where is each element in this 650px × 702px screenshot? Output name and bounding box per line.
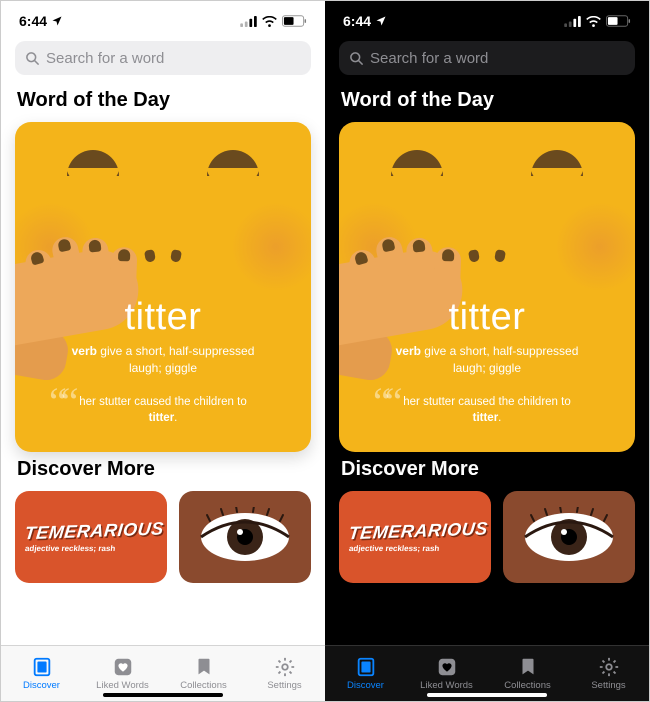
discover-word: TEMERARIOUS [24,519,159,545]
discover-card-temerarious[interactable]: TEMERARIOUS adjective reckless; rash [339,491,491,583]
discover-heading: Discover More [17,458,311,481]
discover-icon [30,656,54,678]
quote-icon: ““ [373,390,397,414]
signal-icon [564,16,581,27]
search-input[interactable]: Search for a word [339,41,635,75]
wotd-card[interactable]: titter verb give a short, half-suppresse… [339,122,635,452]
tab-settings[interactable]: Settings [244,646,325,701]
signal-icon [240,16,257,27]
status-time: 6:44 [343,13,371,29]
wotd-example: ““ her stutter caused the children to ti… [365,394,609,426]
tab-discover[interactable]: Discover [1,646,82,701]
quote-icon: ““ [49,390,73,414]
wotd-card[interactable]: titter verb give a short, half-suppresse… [15,122,311,452]
gear-icon [273,656,297,678]
wotd-definition: verb give a short, half-suppressed laugh… [365,343,609,375]
discover-def: adjective reckless; rash [349,544,482,553]
search-input[interactable]: Search for a word [15,41,311,75]
heart-icon [435,656,459,678]
location-arrow-icon [51,15,63,27]
wifi-icon [586,16,601,27]
discover-def: adjective reckless; rash [25,544,158,553]
phone-light: 6:44 Search for a word Word of the Day [1,1,325,701]
status-time: 6:44 [19,13,47,29]
gear-icon [597,656,621,678]
eye-icon [519,507,619,567]
phone-dark: 6:44 Search for a word Word of the Day [325,1,649,701]
status-bar: 6:44 [1,1,325,41]
search-placeholder: Search for a word [370,50,488,67]
battery-icon [282,15,307,27]
discover-card-eye[interactable] [179,491,311,583]
home-indicator[interactable] [103,693,223,698]
wotd-word: titter [365,296,609,339]
discover-word: TEMERARIOUS [348,519,483,545]
tab-discover[interactable]: Discover [325,646,406,701]
bookmark-icon [192,656,216,678]
location-arrow-icon [375,15,387,27]
home-indicator[interactable] [427,693,547,698]
status-bar: 6:44 [325,1,649,41]
wotd-example: ““ her stutter caused the children to ti… [41,394,285,426]
discover-heading: Discover More [341,458,635,481]
wifi-icon [262,16,277,27]
discover-card-eye[interactable] [503,491,635,583]
battery-icon [606,15,631,27]
discover-icon [354,656,378,678]
tab-settings[interactable]: Settings [568,646,649,701]
bookmark-icon [516,656,540,678]
search-placeholder: Search for a word [46,50,164,67]
wotd-heading: Word of the Day [341,89,635,112]
wotd-word: titter [41,296,285,339]
discover-card-temerarious[interactable]: TEMERARIOUS adjective reckless; rash [15,491,167,583]
wotd-definition: verb give a short, half-suppressed laugh… [41,343,285,375]
heart-icon [111,656,135,678]
eye-icon [195,507,295,567]
search-icon [349,51,364,66]
search-icon [25,51,40,66]
wotd-heading: Word of the Day [17,89,311,112]
